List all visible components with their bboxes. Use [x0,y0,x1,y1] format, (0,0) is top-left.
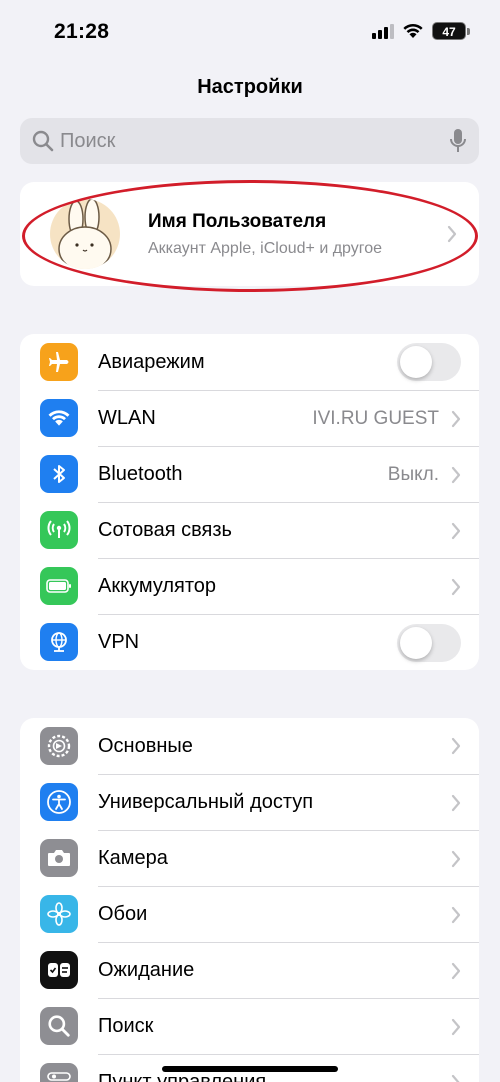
settings-row-airplane-mode[interactable]: Авиарежим [20,334,479,390]
chevron-right-icon [451,466,461,483]
vpn-toggle[interactable] [397,623,461,662]
settings-row-label: Пункт управления [98,1071,267,1082]
settings-row-label: Обои [98,903,148,925]
settings-row-label: Основные [98,734,193,757]
apple-account-card[interactable]: Имя Пользователя Аккаунт Apple, iCloud+ … [20,182,479,286]
settings-row-label: Поиск [98,1015,154,1037]
settings-row-label: Сотовая связь [98,519,232,541]
chevron-right-icon [451,794,461,811]
chevron-right-icon [451,962,461,979]
settings-row-label: WLAN [98,407,156,429]
general-group: Основные Универсальный доступ Камера Обо… [20,718,479,1082]
camera-icon [40,839,78,877]
settings-row-general[interactable]: Основные [20,718,479,774]
home-indicator[interactable] [162,1066,338,1072]
settings-row-wallpaper[interactable]: Обои [20,886,479,942]
battery-status-icon: 47 [432,22,470,40]
profile-subtitle: Аккаунт Apple, iCloud+ и другое [148,239,383,257]
wifi-icon [40,399,78,437]
search-bar[interactable] [20,118,479,164]
standby-icon [40,951,78,989]
wifi-status-icon [403,23,423,38]
settings-row-accessibility[interactable]: Универсальный доступ [20,774,479,830]
battery-icon [40,567,78,605]
chevron-right-icon [451,522,461,539]
profile-name: Имя Пользователя [148,210,327,232]
search-icon [40,1007,78,1045]
settings-row-bluetooth[interactable]: Bluetooth Выкл. [20,446,479,502]
chevron-right-icon [451,737,461,755]
globe-icon [40,623,78,661]
chevron-right-icon [447,225,457,243]
settings-row-label: Авиарежим [98,350,205,373]
chevron-right-icon [451,1074,460,1082]
chevron-right-icon [451,850,461,867]
settings-row-label: Универсальный доступ [98,791,314,813]
cellular-icon [40,511,78,549]
connectivity-group: Авиарежим WLAN IVI.RU GUEST Bluetooth Вы… [20,334,479,670]
gear-icon [40,727,78,765]
airplane-icon [40,343,78,381]
settings-row-battery[interactable]: Аккумулятор [20,558,479,614]
settings-row-wlan[interactable]: WLAN IVI.RU GUEST [20,390,479,446]
settings-row-camera[interactable]: Камера [20,830,479,886]
search-icon [32,130,54,152]
settings-row-value: Выкл. [387,463,439,485]
settings-row-label: Ожидание [98,959,195,981]
page-title: Настройки [197,76,303,98]
status-icons: 47 [372,22,470,40]
status-time: 21:28 [54,20,110,43]
settings-row-label: Bluetooth [98,463,183,485]
accessibility-icon [40,783,78,821]
settings-row-value: IVI.RU GUEST [312,407,439,429]
settings-row-standby[interactable]: Ожидание [20,942,479,998]
control-center-icon [40,1063,78,1082]
status-bar: 21:28 47 [0,0,500,64]
settings-row-label: VPN [98,631,140,653]
settings-row-vpn[interactable]: VPN [20,614,479,670]
cellular-signal-icon [372,23,394,39]
settings-row-label: Аккумулятор [98,575,217,597]
chevron-right-icon [451,906,461,923]
avatar [50,199,120,269]
settings-row-cellular[interactable]: Сотовая связь [20,502,479,558]
chevron-right-icon [451,1018,461,1035]
search-input[interactable] [60,129,449,153]
settings-row-label: Камера [98,847,168,869]
chevron-right-icon [451,410,461,427]
bluetooth-icon [40,455,78,493]
settings-row-search[interactable]: Поиск [20,998,479,1054]
microphone-icon[interactable] [449,128,467,154]
airplane-mode-toggle[interactable] [397,343,461,381]
wallpaper-icon [40,895,78,933]
chevron-right-icon [451,578,461,595]
